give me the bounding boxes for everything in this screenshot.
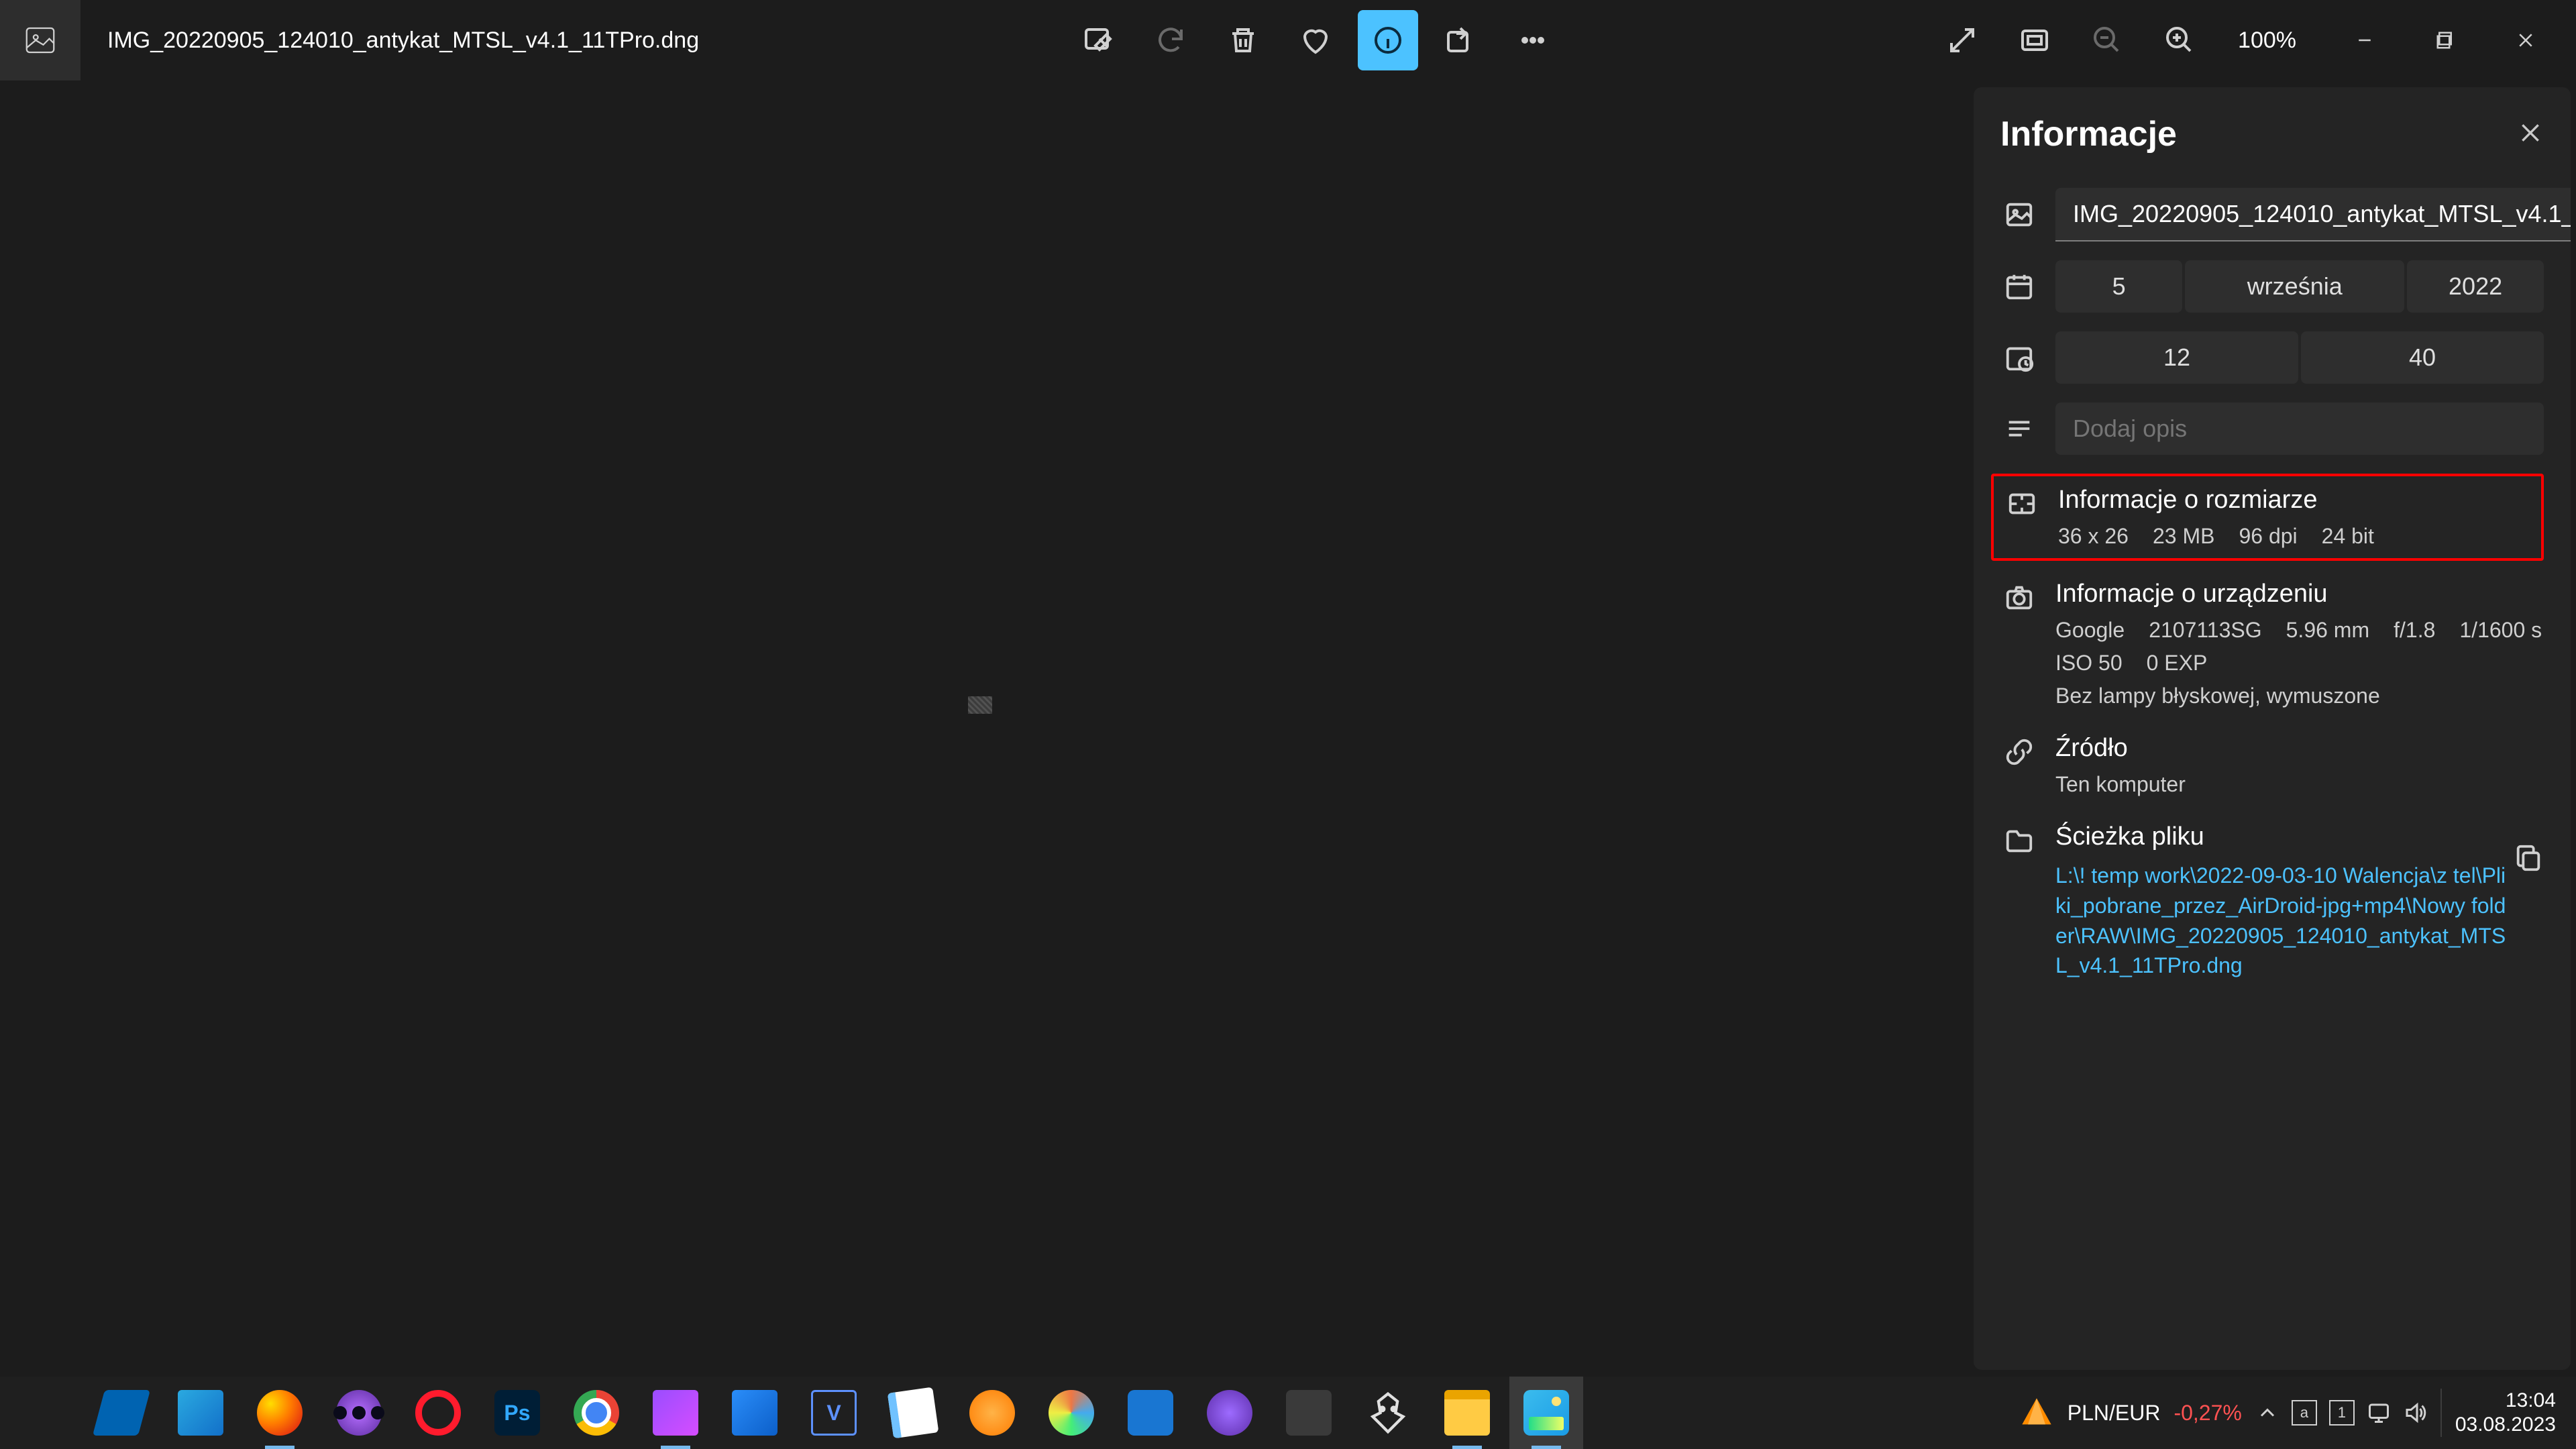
dimensions-icon bbox=[2003, 486, 2041, 549]
taskbar-app-4[interactable] bbox=[322, 1377, 396, 1449]
rotate-button[interactable] bbox=[1140, 10, 1201, 70]
date-day[interactable]: 5 bbox=[2055, 260, 2182, 313]
size-filesize: 23 MB bbox=[2153, 524, 2214, 549]
description-icon bbox=[2000, 413, 2038, 444]
taskbar-calculator[interactable] bbox=[1272, 1377, 1346, 1449]
currency-pair: PLN/EUR bbox=[2068, 1401, 2161, 1426]
currency-widget[interactable]: PLN/EUR -0,27% bbox=[2019, 1395, 2242, 1430]
date-month[interactable]: września bbox=[2185, 260, 2404, 313]
source-title: Źródło bbox=[2055, 734, 2544, 763]
taskbar-opera[interactable] bbox=[401, 1377, 475, 1449]
volume-icon[interactable] bbox=[2403, 1401, 2427, 1425]
taskbar-chrome[interactable] bbox=[559, 1377, 633, 1449]
size-dimensions: 36 x 26 bbox=[2058, 524, 2129, 549]
device-make: Google bbox=[2055, 618, 2125, 643]
path-title: Ścieżka pliku bbox=[2055, 822, 2544, 851]
file-title: IMG_20220905_124010_antykat_MTSL_v4.1_11… bbox=[80, 28, 699, 54]
more-button[interactable] bbox=[1503, 10, 1563, 70]
device-exp: 0 EXP bbox=[2147, 651, 2208, 676]
link-icon bbox=[2000, 734, 2038, 797]
main-area: Informacje IMG_20220905_124010_antykat_M… bbox=[0, 80, 2576, 1377]
taskbar-firefox[interactable] bbox=[243, 1377, 317, 1449]
zoom-in-button[interactable] bbox=[2149, 10, 2210, 70]
device-model: 2107113SG bbox=[2149, 618, 2261, 643]
clock-time: 13:04 bbox=[2455, 1389, 2556, 1413]
taskbar-app-18[interactable] bbox=[1351, 1377, 1425, 1449]
image-icon bbox=[2000, 199, 2038, 230]
size-bit: 24 bit bbox=[2322, 524, 2374, 549]
share-button[interactable] bbox=[1430, 10, 1491, 70]
currency-icon bbox=[2019, 1395, 2054, 1430]
source-section: Źródło Ten komputer bbox=[2000, 734, 2544, 797]
camera-icon bbox=[2000, 580, 2038, 708]
edit-button[interactable] bbox=[1068, 10, 1128, 70]
taskbar-affinity[interactable] bbox=[639, 1377, 712, 1449]
device-iso: ISO 50 bbox=[2055, 651, 2123, 676]
taskbar-app-10[interactable] bbox=[718, 1377, 792, 1449]
size-info-section: Informacje o rozmiarze 36 x 26 23 MB 96 … bbox=[1991, 474, 2544, 561]
close-button[interactable] bbox=[2485, 13, 2566, 67]
size-dpi: 96 dpi bbox=[2239, 524, 2297, 549]
titlebar-center-tools bbox=[699, 10, 1932, 70]
device-info-section: Informacje o urządzeniu Google 2107113SG… bbox=[2000, 580, 2544, 708]
date-year[interactable]: 2022 bbox=[2407, 260, 2544, 313]
info-panel: Informacje IMG_20220905_124010_antykat_M… bbox=[1974, 87, 2571, 1370]
source-value: Ten komputer bbox=[2055, 772, 2186, 797]
taskbar-app-13[interactable] bbox=[955, 1377, 1029, 1449]
zoom-out-button[interactable] bbox=[2077, 10, 2137, 70]
taskbar-clock[interactable]: 13:04 03.08.2023 bbox=[2440, 1389, 2556, 1437]
tray-lang-1[interactable]: a bbox=[2292, 1400, 2317, 1426]
delete-button[interactable] bbox=[1213, 10, 1273, 70]
taskbar-notepad[interactable] bbox=[876, 1377, 950, 1449]
taskbar-calendar[interactable] bbox=[1114, 1377, 1187, 1449]
titlebar-right-tools: 100% bbox=[1932, 10, 2576, 70]
taskbar-app-2[interactable] bbox=[164, 1377, 237, 1449]
taskbar-app-1[interactable] bbox=[85, 1377, 158, 1449]
taskbar-explorer[interactable] bbox=[1430, 1377, 1504, 1449]
copy-path-button[interactable] bbox=[2513, 843, 2544, 877]
path-section: Ścieżka pliku L:\! temp work\2022-09-03-… bbox=[2000, 822, 2544, 981]
minimize-button[interactable] bbox=[2324, 13, 2405, 67]
chevron-up-icon[interactable] bbox=[2255, 1401, 2279, 1425]
device-aperture: f/1.8 bbox=[2394, 618, 2435, 643]
time-minute[interactable]: 40 bbox=[2301, 331, 2544, 384]
start-button[interactable] bbox=[5, 1377, 79, 1449]
fullscreen-button[interactable] bbox=[1932, 10, 1992, 70]
time-hour[interactable]: 12 bbox=[2055, 331, 2298, 384]
device-shutter: 1/1600 s bbox=[2459, 618, 2542, 643]
path-value[interactable]: L:\! temp work\2022-09-03-10 Walencja\z … bbox=[2055, 861, 2544, 981]
tray-lang-2[interactable]: 1 bbox=[2329, 1400, 2355, 1426]
taskbar-photoshop[interactable]: Ps bbox=[480, 1377, 554, 1449]
device-info-title: Informacje o urządzeniu bbox=[2055, 580, 2544, 608]
device-flash: Bez lampy błyskowej, wymuszone bbox=[2055, 684, 2380, 708]
panel-title: Informacje bbox=[2000, 114, 2177, 154]
taskbar-photos[interactable] bbox=[1509, 1377, 1583, 1449]
time-icon bbox=[2000, 342, 2038, 373]
system-tray: a 1 bbox=[2255, 1400, 2427, 1426]
taskbar-tor[interactable] bbox=[1193, 1377, 1267, 1449]
monitor-icon[interactable] bbox=[2367, 1401, 2391, 1425]
image-icon bbox=[22, 22, 58, 58]
size-info-title: Informacje o rozmiarze bbox=[2058, 486, 2532, 515]
taskbar: Ps V PLN/EUR -0,27% a 1 13:04 03.08.2023 bbox=[0, 1377, 2576, 1449]
maximize-button[interactable] bbox=[2405, 13, 2485, 67]
calendar-icon bbox=[2000, 271, 2038, 302]
zoom-level: 100% bbox=[2222, 28, 2312, 54]
taskbar-paint[interactable] bbox=[1034, 1377, 1108, 1449]
image-viewer[interactable] bbox=[0, 80, 1974, 1377]
info-button[interactable] bbox=[1358, 10, 1418, 70]
fit-button[interactable] bbox=[2004, 10, 2065, 70]
folder-icon bbox=[2000, 822, 2038, 981]
currency-delta: -0,27% bbox=[2174, 1401, 2241, 1426]
filename-field[interactable]: IMG_20220905_124010_antykat_MTSL_v4.1_1 bbox=[2055, 188, 2571, 241]
close-panel-button[interactable] bbox=[2517, 119, 2544, 150]
clock-date: 03.08.2023 bbox=[2455, 1413, 2556, 1437]
image-thumbnail bbox=[968, 696, 992, 714]
titlebar: IMG_20220905_124010_antykat_MTSL_v4.1_11… bbox=[0, 0, 2576, 80]
favorite-button[interactable] bbox=[1285, 10, 1346, 70]
app-icon[interactable] bbox=[0, 0, 80, 80]
taskbar-visualstudio[interactable]: V bbox=[797, 1377, 871, 1449]
device-focal: 5.96 mm bbox=[2286, 618, 2369, 643]
description-field[interactable] bbox=[2055, 402, 2544, 455]
